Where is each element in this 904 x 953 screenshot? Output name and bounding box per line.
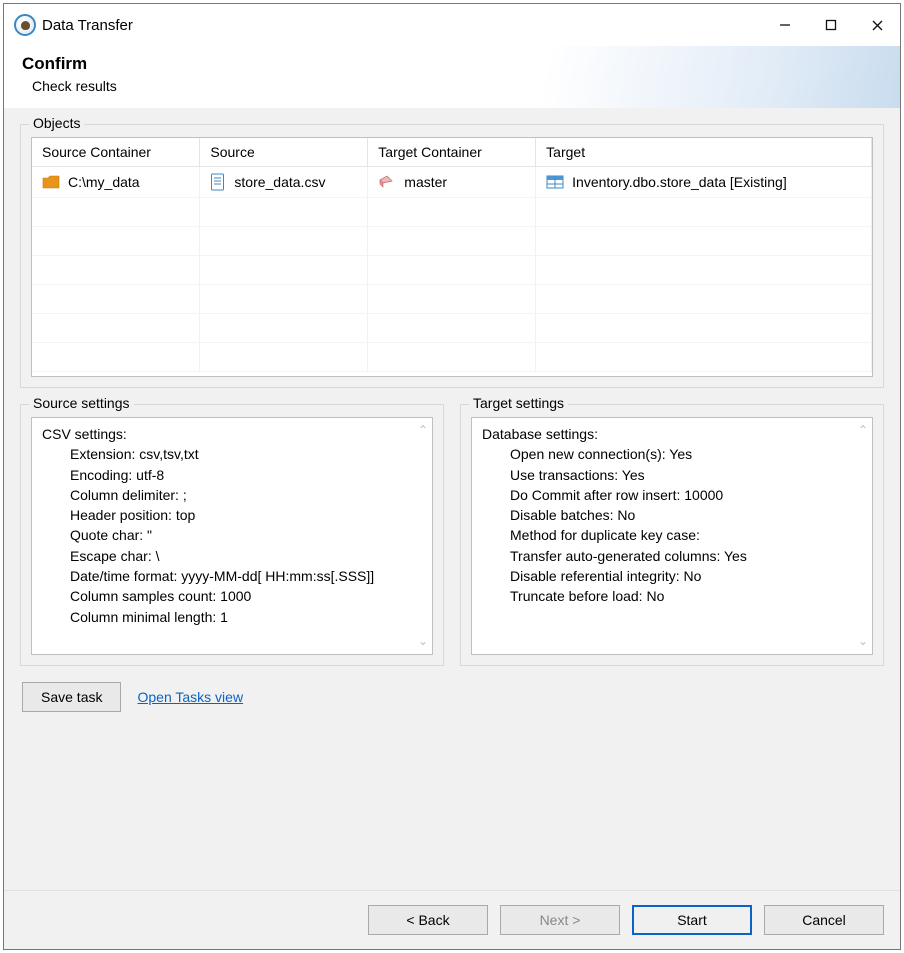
settings-row: Source settings ⌃ CSV settings: Extensio… bbox=[20, 404, 884, 666]
source-setting-item: Date/time format: yyyy-MM-dd[ HH:mm:ss[.… bbox=[42, 566, 422, 586]
target-settings-group: Target settings ⌃ Database settings: Ope… bbox=[460, 404, 884, 666]
source-settings-group: Source settings ⌃ CSV settings: Extensio… bbox=[20, 404, 444, 666]
target-setting-item: Disable batches: No bbox=[482, 505, 862, 525]
page-title: Confirm bbox=[22, 54, 882, 74]
database-icon bbox=[378, 174, 396, 190]
target-setting-item: Transfer auto-generated columns: Yes bbox=[482, 546, 862, 566]
target-settings-heading: Database settings: bbox=[482, 424, 862, 444]
table-row bbox=[32, 227, 872, 256]
table-row[interactable]: C:\my_data store_data.csv master bbox=[32, 167, 872, 198]
target-setting-item: Truncate before load: No bbox=[482, 586, 862, 606]
source-setting-item: Encoding: utf-8 bbox=[42, 465, 422, 485]
start-button[interactable]: Start bbox=[632, 905, 752, 935]
source-setting-item: Quote char: " bbox=[42, 525, 422, 545]
table-row bbox=[32, 343, 872, 372]
table-row bbox=[32, 198, 872, 227]
minimize-button[interactable] bbox=[762, 9, 808, 41]
objects-table: Source Container Source Target Container… bbox=[32, 138, 872, 372]
maximize-button[interactable] bbox=[808, 9, 854, 41]
objects-table-wrap: Source Container Source Target Container… bbox=[31, 137, 873, 377]
target-setting-item: Method for duplicate key case: bbox=[482, 525, 862, 545]
target-setting-item: Use transactions: Yes bbox=[482, 465, 862, 485]
target-settings-box[interactable]: ⌃ Database settings: Open new connection… bbox=[471, 417, 873, 655]
window-buttons bbox=[762, 9, 900, 41]
objects-group-label: Objects bbox=[29, 115, 84, 131]
next-button[interactable]: Next > bbox=[500, 905, 620, 935]
table-header-row: Source Container Source Target Container… bbox=[32, 138, 872, 167]
titlebar: Data Transfer bbox=[4, 4, 900, 46]
folder-icon bbox=[42, 175, 60, 189]
col-source[interactable]: Source bbox=[200, 138, 368, 167]
open-tasks-link[interactable]: Open Tasks view bbox=[137, 689, 243, 705]
target-setting-item: Do Commit after row insert: 10000 bbox=[482, 485, 862, 505]
table-icon bbox=[546, 175, 564, 189]
save-task-button[interactable]: Save task bbox=[22, 682, 121, 712]
table-row bbox=[32, 256, 872, 285]
app-icon bbox=[14, 14, 36, 36]
content: Objects Source Container Source Target C… bbox=[4, 108, 900, 890]
target-setting-item: Disable referential integrity: No bbox=[482, 566, 862, 586]
maximize-icon bbox=[825, 19, 837, 31]
scroll-down-icon[interactable]: ⌄ bbox=[418, 633, 428, 650]
source-setting-item: Column delimiter: ; bbox=[42, 485, 422, 505]
close-icon bbox=[871, 19, 884, 32]
source-setting-item: Column samples count: 1000 bbox=[42, 586, 422, 606]
col-source-container[interactable]: Source Container bbox=[32, 138, 200, 167]
back-button[interactable]: < Back bbox=[368, 905, 488, 935]
col-target-container[interactable]: Target Container bbox=[368, 138, 536, 167]
cancel-button[interactable]: Cancel bbox=[764, 905, 884, 935]
table-row bbox=[32, 314, 872, 343]
cell-source: store_data.csv bbox=[234, 174, 325, 190]
cell-source-container: C:\my_data bbox=[68, 174, 140, 190]
target-setting-item: Open new connection(s): Yes bbox=[482, 444, 862, 464]
source-settings-label: Source settings bbox=[29, 395, 134, 411]
cell-target: Inventory.dbo.store_data [Existing] bbox=[572, 174, 787, 190]
window-title: Data Transfer bbox=[36, 17, 762, 34]
close-button[interactable] bbox=[854, 9, 900, 41]
footer: < Back Next > Start Cancel bbox=[4, 890, 900, 949]
source-settings-box[interactable]: ⌃ CSV settings: Extension: csv,tsv,txt E… bbox=[31, 417, 433, 655]
table-row bbox=[32, 285, 872, 314]
minimize-icon bbox=[779, 19, 791, 31]
objects-group: Objects Source Container Source Target C… bbox=[20, 124, 884, 388]
scroll-up-icon[interactable]: ⌃ bbox=[858, 422, 868, 439]
source-setting-item: Column minimal length: 1 bbox=[42, 607, 422, 627]
file-icon bbox=[210, 173, 226, 191]
scroll-down-icon[interactable]: ⌄ bbox=[858, 633, 868, 650]
source-setting-item: Escape char: \ bbox=[42, 546, 422, 566]
scroll-up-icon[interactable]: ⌃ bbox=[418, 422, 428, 439]
task-row: Save task Open Tasks view bbox=[20, 682, 884, 712]
page-subtitle: Check results bbox=[22, 78, 882, 94]
col-target[interactable]: Target bbox=[536, 138, 872, 167]
target-settings-label: Target settings bbox=[469, 395, 568, 411]
cell-target-container: master bbox=[404, 174, 447, 190]
window: Data Transfer Confirm Check results Obje… bbox=[3, 3, 901, 950]
source-setting-item: Header position: top bbox=[42, 505, 422, 525]
source-settings-heading: CSV settings: bbox=[42, 424, 422, 444]
header: Confirm Check results bbox=[4, 46, 900, 108]
source-setting-item: Extension: csv,tsv,txt bbox=[42, 444, 422, 464]
